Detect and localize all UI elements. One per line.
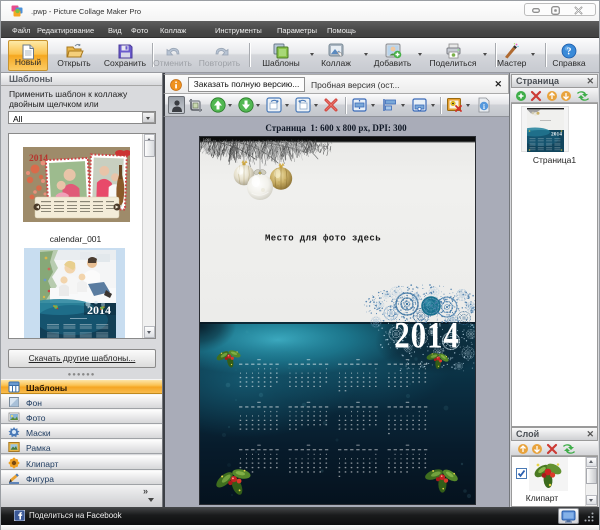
- svg-text:i: i: [483, 103, 485, 111]
- svg-text:2014: 2014: [394, 316, 459, 356]
- svg-text:2014: 2014: [551, 132, 562, 138]
- svg-text:Место для фото здесь: Место для фото здесь: [265, 234, 381, 244]
- svg-text:2014: 2014: [29, 154, 48, 164]
- svg-text:1.000: 1.000: [203, 138, 211, 142]
- svg-text:2014: 2014: [87, 303, 111, 317]
- svg-text:?: ?: [567, 47, 572, 58]
